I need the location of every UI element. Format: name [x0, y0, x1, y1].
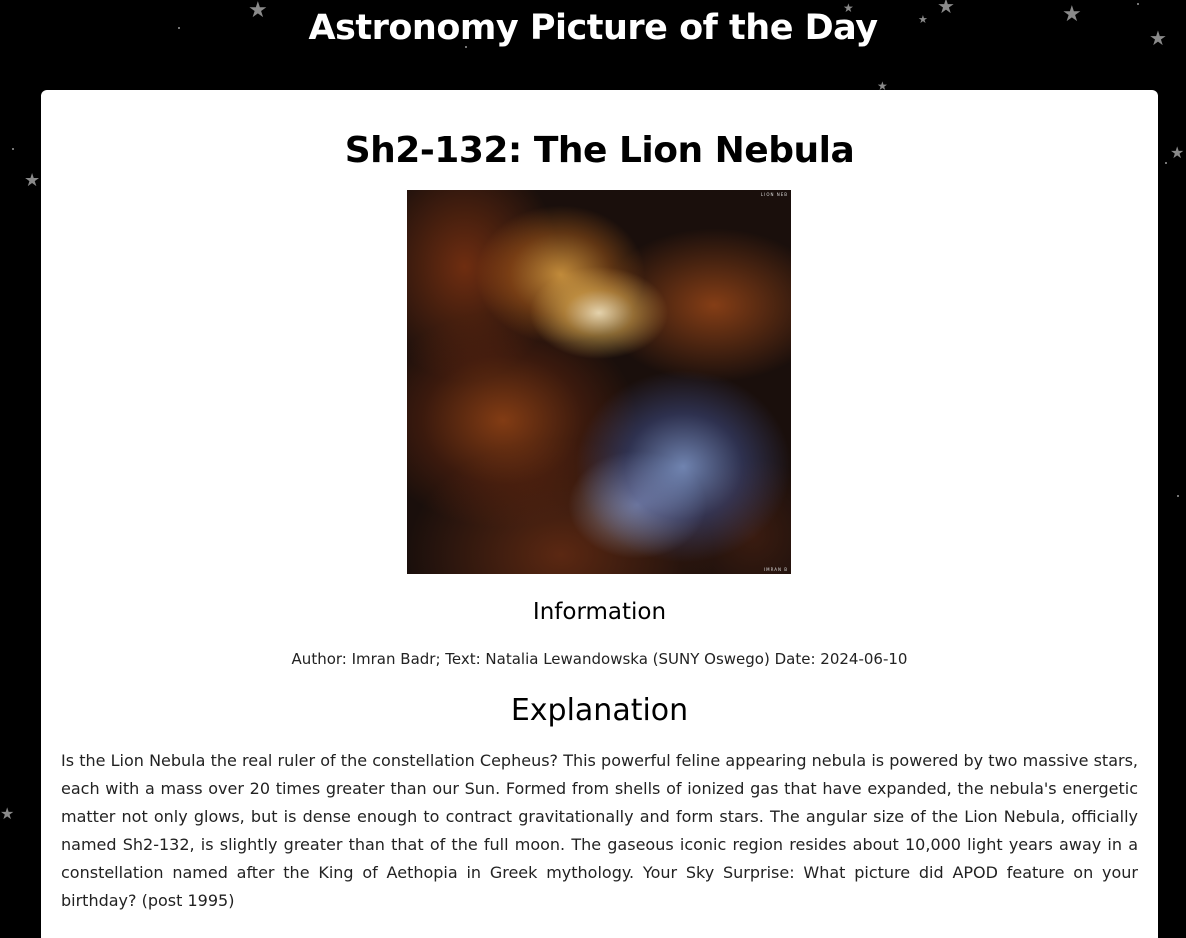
image-caption-bottom: IMRAN B: [764, 567, 788, 572]
star-icon: ★: [0, 804, 15, 823]
apod-title: Sh2-132: The Lion Nebula: [344, 130, 855, 171]
apod-image[interactable]: LION NEB IMRAN B: [407, 190, 791, 574]
explanation-text: Is the Lion Nebula the real ruler of the…: [61, 751, 1138, 910]
star-icon: [12, 148, 14, 150]
author-date-line: Author: Imran Badr; Text: Natalia Lewand…: [291, 650, 908, 668]
star-icon: [1165, 162, 1167, 164]
page: ★ ★ ★ ★ ★ ★ ★ ★ ★ ★ Astronomy Picture of…: [0, 0, 1186, 938]
image-caption-top: LION NEB: [760, 192, 788, 197]
star-icon: [1137, 3, 1139, 5]
star-icon: ★: [1170, 143, 1185, 162]
explanation-heading: Explanation: [510, 693, 689, 728]
star-icon: [1177, 495, 1179, 497]
star-icon: ★: [24, 170, 41, 191]
apod-card: Sh2-132: The Lion Nebula LION NEB IMRAN …: [41, 90, 1158, 938]
site-title: Astronomy Picture of the Day: [308, 8, 878, 48]
information-heading: Information: [532, 599, 667, 625]
